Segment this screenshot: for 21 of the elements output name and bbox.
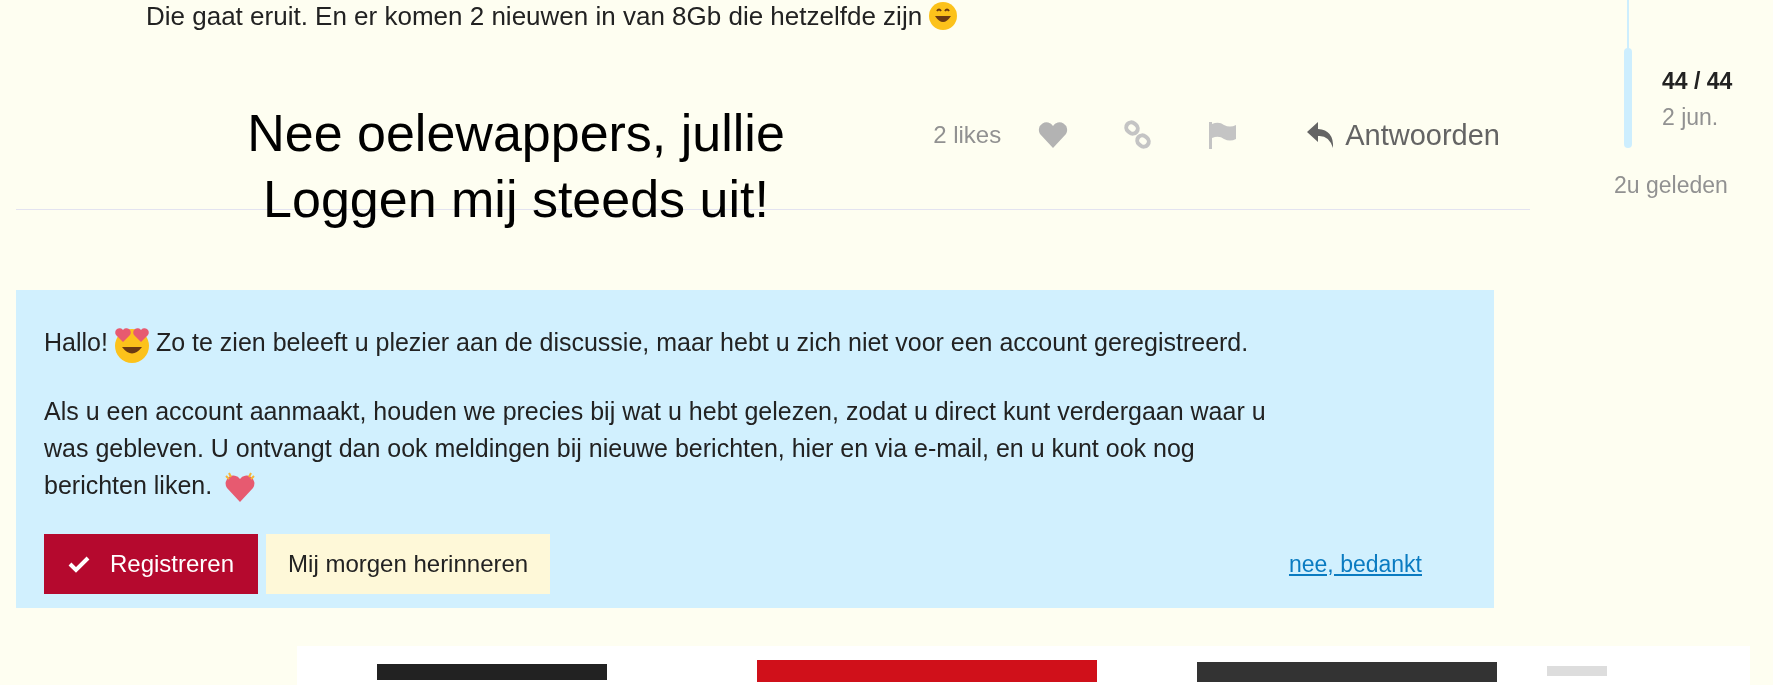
register-button[interactable]: Registreren xyxy=(44,534,259,594)
reply-button[interactable]: Antwoorden xyxy=(1305,118,1500,152)
link-icon[interactable] xyxy=(1123,120,1154,150)
image-text: Nee oelewappers, jullie xyxy=(246,103,786,164)
last-post-time: 2u geleden xyxy=(1614,172,1729,199)
heart-icon[interactable] xyxy=(1037,121,1070,149)
likes-count[interactable]: 2 likes xyxy=(933,121,1002,149)
smiley-icon xyxy=(928,1,959,31)
check-icon xyxy=(68,555,90,573)
body-text: berichten liken. xyxy=(44,470,213,501)
post-text: Die gaat eruit. En er komen 2 nieuwen in van 8Gb die hetzelfde zijn xyxy=(146,1,923,31)
greeting-text: Hallo! xyxy=(44,328,108,356)
post-date: 2 jun. xyxy=(1662,103,1720,132)
intro-text: Zo te zien beleeft u plezier aan de discussie, maar hebt u zich niet voor een account geregistreerd. xyxy=(155,328,1249,356)
image-text: Loggen mij steeds uit! xyxy=(262,169,770,230)
body-text: Als u een account aanmaakt, houden we precies bij wat u hebt gelezen, zodat u direct kunt verdergaan waar u xyxy=(44,396,1266,427)
dismiss-link[interactable]: nee, bedankt xyxy=(1289,550,1422,578)
flag-icon[interactable] xyxy=(1207,120,1238,150)
post-position: 44 / 44 xyxy=(1662,67,1733,96)
remind-button[interactable]: Mij morgen herinneren xyxy=(266,534,551,594)
body-text: was gebleven. U ontvangt dan ook meldingen bij nieuwe berichten, hier en via e-mail, en u kunt ook nog xyxy=(44,433,1195,464)
